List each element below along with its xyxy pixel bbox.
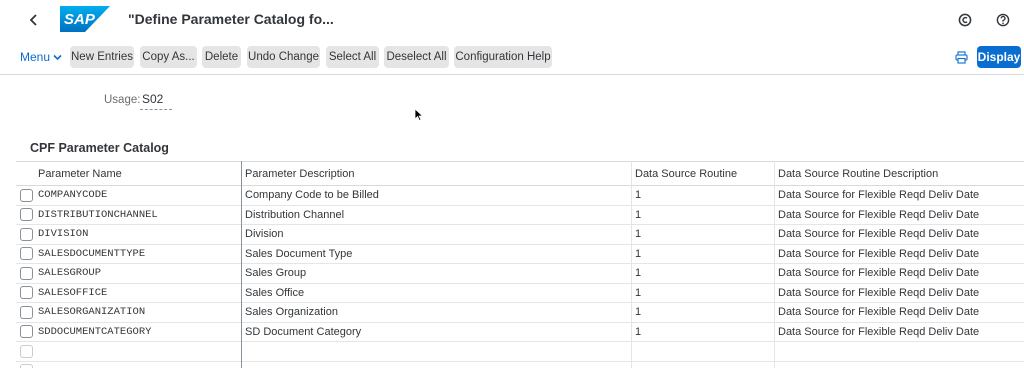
row-selector[interactable]: [16, 186, 36, 205]
data-source-routine-description-cell: Data Source for Flexible Reqd Deliv Date: [778, 267, 980, 280]
copy-as-button[interactable]: Copy As...: [140, 46, 197, 68]
frozen-column-divider[interactable]: [241, 161, 242, 368]
toolbar: Menu New Entries Copy As... Delete Undo …: [0, 44, 1024, 70]
parameter-description-cell: Distribution Channel: [245, 208, 345, 221]
table-header-row: Parameter Name Parameter Description Dat…: [16, 161, 1024, 186]
row-selector[interactable]: [16, 323, 36, 342]
row-checkbox[interactable]: [19, 305, 33, 319]
table-row[interactable]: SDDOCUMENTCATEGORY SD Document Category …: [16, 323, 1024, 342]
data-source-routine-cell: 1: [635, 208, 642, 221]
select-all-button[interactable]: Select All: [326, 46, 379, 68]
empty-table-row[interactable]: [16, 362, 1024, 368]
parameter-name-cell: SDDOCUMENTCATEGORY: [38, 325, 152, 338]
table-row[interactable]: SALESGROUP Sales Group 1 Data Source for…: [16, 264, 1024, 284]
row-checkbox[interactable]: [19, 227, 33, 241]
row-checkbox[interactable]: [19, 364, 33, 368]
display-button[interactable]: Display: [977, 46, 1021, 68]
data-source-routine-description-cell: Data Source for Flexible Reqd Deliv Date: [778, 247, 980, 260]
toolbar-divider: [0, 74, 1024, 75]
parameter-name-cell: SALESOFFICE: [38, 286, 108, 299]
row-selector[interactable]: [16, 245, 36, 264]
copyright-icon[interactable]: [953, 8, 977, 32]
table-row[interactable]: SALESOFFICE Sales Office 1 Data Source f…: [16, 284, 1024, 303]
parameter-description-cell: Company Code to be Billed: [245, 189, 379, 202]
row-selector[interactable]: [16, 264, 36, 283]
column-header-data-source-routine-description[interactable]: Data Source Routine Description: [778, 162, 1024, 185]
column-header-parameter-name[interactable]: Parameter Name: [38, 162, 240, 185]
column-divider[interactable]: [631, 161, 632, 368]
row-selector[interactable]: [16, 362, 36, 368]
parameter-description-cell: Division: [245, 228, 284, 241]
parameter-name-cell: SALESDOCUMENTTYPE: [38, 247, 146, 260]
shell-bar: SAP "Define Parameter Catalog fo...: [0, 0, 1024, 40]
data-source-routine-cell: 1: [635, 306, 642, 319]
data-source-routine-cell: 1: [635, 325, 642, 338]
menu-button[interactable]: Menu: [16, 47, 66, 67]
row-selector[interactable]: [16, 342, 36, 361]
parameter-name-cell: SALESGROUP: [38, 267, 102, 280]
help-icon[interactable]: [991, 8, 1015, 32]
usage-field[interactable]: S02: [140, 92, 172, 110]
table-title: CPF Parameter Catalog: [30, 141, 169, 155]
data-source-routine-description-cell: Data Source for Flexible Reqd Deliv Date: [778, 325, 980, 338]
row-checkbox[interactable]: [19, 188, 33, 202]
deselect-all-button[interactable]: Deselect All: [384, 46, 449, 68]
parameter-description-cell: Sales Document Type: [245, 247, 353, 260]
row-checkbox[interactable]: [19, 208, 33, 222]
mouse-pointer-icon: [414, 108, 424, 122]
parameter-name-cell: DIVISION: [38, 228, 89, 241]
row-selector[interactable]: [16, 284, 36, 303]
row-selector[interactable]: [16, 303, 36, 322]
parameter-name-cell: SALESORGANIZATION: [38, 306, 146, 319]
parameter-table: Parameter Name Parameter Description Dat…: [16, 161, 1024, 368]
row-checkbox[interactable]: [19, 247, 33, 261]
chevron-down-icon: [53, 54, 62, 60]
row-checkbox[interactable]: [19, 344, 33, 358]
parameter-name-cell: DISTRIBUTIONCHANNEL: [38, 208, 158, 221]
row-checkbox[interactable]: [19, 325, 33, 339]
row-checkbox[interactable]: [19, 266, 33, 280]
row-selector[interactable]: [16, 225, 36, 244]
column-divider[interactable]: [774, 161, 775, 368]
menu-label: Menu: [20, 50, 51, 64]
app-title: "Define Parameter Catalog fo...: [128, 11, 334, 27]
data-source-routine-description-cell: Data Source for Flexible Reqd Deliv Date: [778, 286, 980, 299]
column-header-parameter-description[interactable]: Parameter Description: [245, 162, 630, 185]
table-row[interactable]: SALESDOCUMENTTYPE Sales Document Type 1 …: [16, 245, 1024, 264]
data-source-routine-cell: 1: [635, 189, 642, 202]
back-icon[interactable]: [22, 8, 46, 32]
parameter-description-cell: SD Document Category: [245, 325, 362, 338]
parameter-name-cell: COMPANYCODE: [38, 189, 108, 202]
svg-text:SAP: SAP: [64, 11, 96, 28]
data-source-routine-cell: 1: [635, 247, 642, 260]
sap-logo[interactable]: SAP: [60, 6, 110, 32]
data-source-routine-cell: 1: [635, 286, 642, 299]
data-source-routine-cell: 1: [635, 228, 642, 241]
undo-change-button[interactable]: Undo Change: [247, 46, 320, 68]
table-row[interactable]: DIVISION Division 1 Data Source for Flex…: [16, 225, 1024, 245]
configuration-help-button[interactable]: Configuration Help: [454, 46, 552, 68]
usage-label: Usage:: [104, 94, 141, 106]
delete-button[interactable]: Delete: [202, 46, 241, 68]
data-source-routine-cell: 1: [635, 267, 642, 280]
print-icon[interactable]: [950, 47, 972, 67]
table-row[interactable]: COMPANYCODE Company Code to be Billed 1 …: [16, 186, 1024, 206]
empty-table-row[interactable]: [16, 342, 1024, 362]
row-selector[interactable]: [16, 206, 36, 225]
data-source-routine-description-cell: Data Source for Flexible Reqd Deliv Date: [778, 189, 980, 202]
table-row[interactable]: SALESORGANIZATION Sales Organization 1 D…: [16, 303, 1024, 323]
column-header-data-source-routine[interactable]: Data Source Routine: [635, 162, 773, 185]
parameter-description-cell: Sales Organization: [245, 306, 338, 319]
select-column-header: [16, 162, 36, 185]
data-source-routine-description-cell: Data Source for Flexible Reqd Deliv Date: [778, 306, 980, 319]
data-source-routine-description-cell: Data Source for Flexible Reqd Deliv Date: [778, 208, 980, 221]
table-row[interactable]: DISTRIBUTIONCHANNEL Distribution Channel…: [16, 206, 1024, 225]
data-source-routine-description-cell: Data Source for Flexible Reqd Deliv Date: [778, 228, 980, 241]
parameter-description-cell: Sales Group: [245, 267, 307, 280]
parameter-description-cell: Sales Office: [245, 286, 305, 299]
new-entries-button[interactable]: New Entries: [70, 46, 134, 68]
row-checkbox[interactable]: [19, 286, 33, 300]
